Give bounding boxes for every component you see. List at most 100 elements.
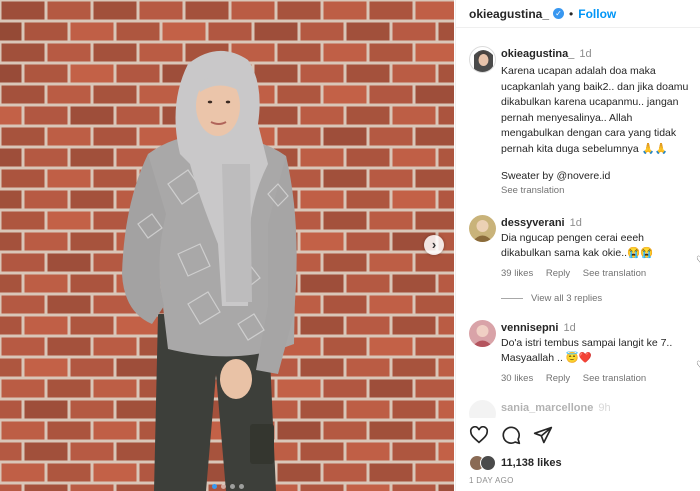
comment-time: 1d — [563, 321, 576, 334]
slide-dot — [212, 484, 217, 489]
verified-badge-icon: ✓ — [553, 8, 565, 19]
author-avatar[interactable] — [469, 46, 496, 73]
brick — [415, 85, 454, 104]
see-translation-link[interactable]: See translation — [583, 373, 646, 384]
brick — [47, 1, 91, 20]
brick — [70, 64, 114, 83]
comment-username[interactable]: sania_marcellone — [501, 402, 593, 414]
brick — [438, 274, 454, 293]
comment-icon[interactable] — [501, 425, 521, 445]
brick — [323, 421, 367, 440]
brick — [70, 400, 114, 419]
brick — [369, 43, 413, 62]
post-header: okieagustina_ ✓ • Follow — [456, 0, 700, 28]
reply-button[interactable]: Reply — [546, 268, 570, 279]
brick — [438, 190, 454, 209]
brick — [392, 400, 436, 419]
brick — [47, 253, 91, 272]
next-slide-button[interactable]: › — [424, 235, 444, 255]
brick — [24, 22, 68, 41]
brick — [392, 148, 436, 167]
likes-summary[interactable]: 11,138 likes — [469, 455, 562, 471]
comment-username[interactable]: vennisepni — [501, 322, 558, 334]
brick — [1, 127, 45, 146]
brick — [415, 337, 454, 356]
comment-time: 1d — [569, 216, 582, 229]
slide-dot — [239, 484, 244, 489]
view-replies-label[interactable]: View all 3 replies — [531, 293, 602, 304]
brick — [346, 358, 390, 377]
like-comment-heart-icon[interactable]: ♡ — [696, 255, 700, 266]
brick — [323, 85, 367, 104]
brick — [438, 358, 454, 377]
brick — [277, 1, 321, 20]
chevron-right-icon: › — [431, 237, 437, 252]
brick — [47, 169, 91, 188]
heart-icon[interactable] — [469, 426, 489, 444]
brick — [346, 148, 390, 167]
comment-likes[interactable]: 30 likes — [501, 373, 533, 384]
brick — [415, 421, 454, 440]
brick — [369, 127, 413, 146]
brick — [0, 484, 22, 491]
comment-text: Dia ngucap pengen cerai eeeh dikabulkan … — [501, 231, 654, 260]
brick — [438, 22, 454, 41]
reply-button[interactable]: Reply — [546, 373, 570, 384]
brick — [369, 379, 413, 398]
brick — [24, 232, 68, 251]
brick — [0, 358, 22, 377]
caption-text: Karena ucapan adalah doa maka ucapkanlah… — [501, 65, 689, 155]
slide-dot — [221, 484, 226, 489]
brick — [0, 148, 22, 167]
brick — [139, 1, 183, 20]
commenter-avatar[interactable] — [469, 399, 496, 418]
comments-section[interactable]: okieagustina_ 1d Karena ucapan adalah doa… — [456, 36, 700, 418]
likes-count[interactable]: 11,138 likes — [501, 457, 562, 469]
caption-username[interactable]: okieagustina_ — [501, 48, 574, 60]
brick — [1, 211, 45, 230]
brick — [254, 22, 298, 41]
comment-meta: 30 likes Reply See translation — [501, 373, 695, 384]
brick — [1, 421, 45, 440]
comment-item: sania_marcellone 9h — [456, 398, 700, 418]
comment-time: 9h — [598, 401, 611, 414]
brick — [70, 22, 114, 41]
brick — [392, 442, 436, 461]
comment-item: dessyverani 1d Dia ngucap pengen cerai ee… — [456, 213, 700, 279]
brick — [24, 148, 68, 167]
like-comment-heart-icon[interactable]: ♡ — [696, 360, 700, 371]
comment-item: vennisepni 1d Do'a istri tembus sampai la… — [456, 318, 700, 384]
brick — [1, 463, 45, 482]
brick — [346, 274, 390, 293]
brick — [346, 442, 390, 461]
share-icon[interactable] — [533, 425, 553, 445]
commenter-avatar[interactable] — [469, 214, 496, 242]
commenter-avatar[interactable] — [469, 319, 496, 347]
author-username[interactable]: okieagustina_ — [469, 7, 549, 21]
post-photo[interactable]: › — [0, 0, 454, 491]
post-actions — [469, 425, 553, 445]
brick — [24, 484, 68, 491]
brick — [438, 400, 454, 419]
replies-divider — [501, 297, 523, 299]
brick — [1, 379, 45, 398]
follow-button[interactable]: Follow — [578, 7, 616, 21]
view-replies-button[interactable]: View all 3 replies — [456, 293, 700, 304]
brick — [47, 421, 91, 440]
brick — [0, 442, 22, 461]
brick — [392, 358, 436, 377]
brick — [47, 463, 91, 482]
brick — [438, 106, 454, 125]
brick — [323, 169, 367, 188]
comment-username[interactable]: dessyverani — [501, 217, 565, 229]
caption-see-translation[interactable]: See translation — [501, 185, 695, 196]
brick — [231, 1, 275, 20]
see-translation-link[interactable]: See translation — [583, 268, 646, 279]
brick — [1, 1, 45, 20]
brick — [346, 232, 390, 251]
brick — [323, 211, 367, 230]
brick — [93, 1, 137, 20]
brick — [392, 274, 436, 293]
comment-likes[interactable]: 39 likes — [501, 268, 533, 279]
brick — [369, 295, 413, 314]
